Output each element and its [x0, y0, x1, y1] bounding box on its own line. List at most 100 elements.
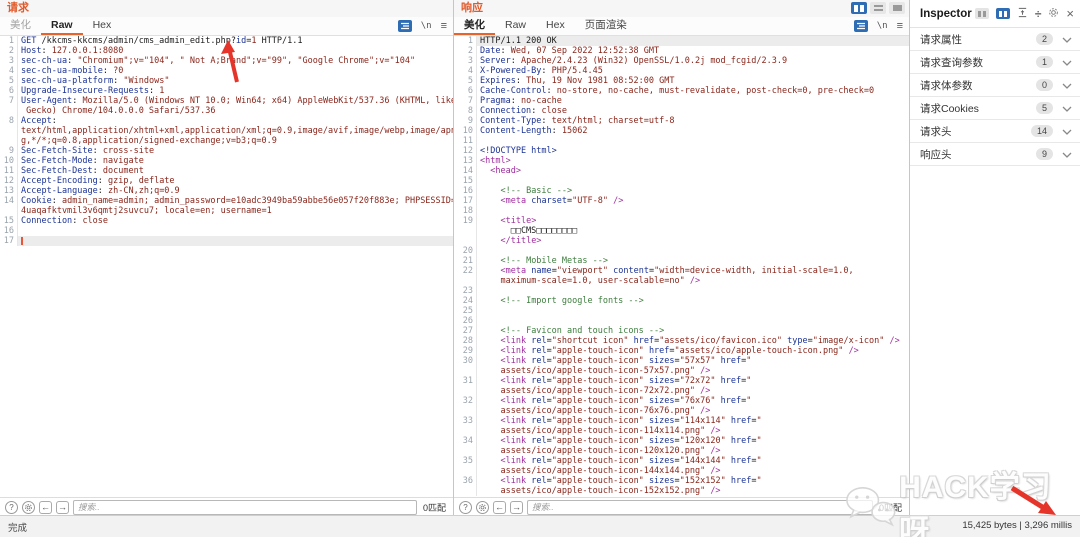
chevron-down-icon[interactable] — [1062, 145, 1072, 163]
code-row[interactable]: 31 <link rel="apple-touch-icon" sizes="7… — [454, 376, 909, 386]
code-row[interactable]: 28 <link rel="shortcut icon" href="asset… — [454, 336, 909, 346]
code-row[interactable]: 35 <link rel="apple-touch-icon" sizes="1… — [454, 456, 909, 466]
code-row[interactable]: 3 sec-ch-ua: "Chromium";v="104", " Not A;… — [0, 56, 453, 66]
inspector-section-request-attributes[interactable]: 请求属性 2 — [910, 28, 1080, 51]
show-newlines-icon[interactable]: \n — [877, 21, 888, 31]
search-prev-button[interactable]: ← — [493, 500, 506, 514]
search-prev-button[interactable]: ← — [39, 500, 52, 514]
code-row[interactable]: 34 <link rel="apple-touch-icon" sizes="1… — [454, 436, 909, 446]
code-row[interactable]: □□CMS□□□□□□□□ — [454, 226, 909, 236]
code-row[interactable]: 1 HTTP/1.1 200 OK — [454, 36, 909, 46]
code-row[interactable]: 15 Connection: close — [0, 216, 453, 226]
code-row[interactable]: assets/ico/apple-touch-icon-152x152.png"… — [454, 486, 909, 496]
code-row[interactable]: 12 <!DOCTYPE html> — [454, 146, 909, 156]
code-row[interactable]: 10 Content-Length: 15062 — [454, 126, 909, 136]
code-row[interactable]: 20 — [454, 246, 909, 256]
code-row[interactable]: 16 <!-- Basic --> — [454, 186, 909, 196]
code-row[interactable]: maximum-scale=1.0, user-scalable=no" /> — [454, 276, 909, 286]
search-settings-gear-icon[interactable] — [476, 500, 489, 514]
inspector-dock-right-button[interactable] — [995, 8, 1010, 19]
code-row[interactable]: 12 Accept-Encoding: gzip, deflate — [0, 176, 453, 186]
code-row[interactable]: 14 <head> — [454, 166, 909, 176]
request-search-input[interactable] — [73, 499, 417, 515]
code-row[interactable]: 9 Sec-Fetch-Site: cross-site — [0, 146, 453, 156]
code-row[interactable]: assets/ico/apple-touch-icon-120x120.png"… — [454, 446, 909, 456]
request-editor[interactable]: 1 GET /kkcms-kkcms/admin/cms_admin_edit.p… — [0, 36, 453, 498]
code-row[interactable]: 22 <meta name="viewport" content="width=… — [454, 266, 909, 276]
layout-rows-button[interactable] — [870, 2, 886, 14]
tab-hex[interactable]: Hex — [536, 17, 575, 35]
code-row[interactable]: 23 — [454, 286, 909, 296]
layout-columns-button[interactable] — [851, 2, 867, 14]
code-row[interactable]: 4uaqafktvmil3v6qmtj2suvcu7; locale=en; u… — [0, 206, 453, 216]
code-row[interactable]: 4 sec-ch-ua-mobile: ?0 — [0, 66, 453, 76]
search-help-icon[interactable]: ? — [459, 500, 472, 514]
code-row[interactable]: 32 <link rel="apple-touch-icon" sizes="7… — [454, 396, 909, 406]
search-help-icon[interactable]: ? — [5, 500, 18, 514]
code-row[interactable]: 16 — [0, 226, 453, 236]
expand-sections-icon[interactable]: ÷ — [1035, 8, 1042, 20]
code-row[interactable]: 11 — [454, 136, 909, 146]
code-row[interactable]: 24 <!-- Import google fonts --> — [454, 296, 909, 306]
chevron-down-icon[interactable] — [1062, 30, 1072, 48]
code-row[interactable]: 21 <!-- Mobile Metas --> — [454, 256, 909, 266]
code-row[interactable]: 15 — [454, 176, 909, 186]
code-row[interactable]: 7 Pragma: no-cache — [454, 96, 909, 106]
code-row[interactable]: assets/ico/apple-touch-icon-57x57.png" /… — [454, 366, 909, 376]
code-row[interactable]: 9 Content-Type: text/html; charset=utf-8 — [454, 116, 909, 126]
code-row[interactable]: 2 Date: Wed, 07 Sep 2022 12:52:38 GMT — [454, 46, 909, 56]
inspector-section-request-cookies[interactable]: 请求Cookies 5 — [910, 97, 1080, 120]
editor-menu-icon[interactable]: ≡ — [897, 20, 903, 32]
code-row[interactable]: 4 X-Powered-By: PHP/5.4.45 — [454, 66, 909, 76]
inspector-settings-gear-icon[interactable] — [1048, 5, 1059, 23]
code-row[interactable]: assets/ico/apple-touch-icon-144x144.png"… — [454, 466, 909, 476]
layout-single-button[interactable] — [889, 2, 905, 14]
tab-raw[interactable]: Raw — [41, 17, 83, 35]
tab-pretty[interactable]: 美化 — [454, 17, 495, 35]
code-row[interactable]: 8 Connection: close — [454, 106, 909, 116]
response-editor[interactable]: 1 HTTP/1.1 200 OK 2 Date: Wed, 07 Sep 2022 … — [454, 36, 909, 498]
code-row[interactable]: g,*/*;q=0.8,application/signed-exchange;… — [0, 136, 453, 146]
code-row[interactable]: 6 Cache-Control: no-store, no-cache, must… — [454, 86, 909, 96]
inspector-section-request-body-params[interactable]: 请求体参数 0 — [910, 74, 1080, 97]
code-row[interactable]: 5 Expires: Thu, 19 Nov 1981 08:52:00 GMT — [454, 76, 909, 86]
chevron-down-icon[interactable] — [1062, 122, 1072, 140]
code-row[interactable]: 33 <link rel="apple-touch-icon" sizes="1… — [454, 416, 909, 426]
search-next-button[interactable]: → — [56, 500, 69, 514]
inspector-section-request-headers[interactable]: 请求头 14 — [910, 120, 1080, 143]
code-row[interactable]: 27 <!-- Favicon and touch icons --> — [454, 326, 909, 336]
tab-render[interactable]: 页面渲染 — [575, 17, 637, 35]
code-row[interactable]: assets/ico/apple-touch-icon-114x114.png"… — [454, 426, 909, 436]
chevron-down-icon[interactable] — [1062, 99, 1072, 117]
code-row[interactable]: assets/ico/apple-touch-icon-76x76.png" /… — [454, 406, 909, 416]
chevron-down-icon[interactable] — [1062, 76, 1072, 94]
tab-hex[interactable]: Hex — [83, 17, 122, 35]
code-row[interactable]: 7 User-Agent: Mozilla/5.0 (Windows NT 10.… — [0, 96, 453, 106]
inspector-dock-left-button[interactable] — [974, 8, 989, 19]
show-newlines-icon[interactable]: \n — [421, 21, 432, 31]
code-row[interactable]: 13 <html> — [454, 156, 909, 166]
code-row[interactable]: 5 sec-ch-ua-platform: "Windows" — [0, 76, 453, 86]
code-row[interactable]: 10 Sec-Fetch-Mode: navigate — [0, 156, 453, 166]
code-row[interactable]: assets/ico/apple-touch-icon-72x72.png" /… — [454, 386, 909, 396]
search-settings-gear-icon[interactable] — [22, 500, 35, 514]
code-row[interactable]: 8 Accept: — [0, 116, 453, 126]
code-row[interactable]: 6 Upgrade-Insecure-Requests: 1 — [0, 86, 453, 96]
code-row[interactable]: </title> — [454, 236, 909, 246]
code-row[interactable]: 11 Sec-Fetch-Dest: document — [0, 166, 453, 176]
editor-menu-icon[interactable]: ≡ — [441, 20, 447, 32]
code-row[interactable]: 18 — [454, 206, 909, 216]
chevron-down-icon[interactable] — [1062, 53, 1072, 71]
code-row[interactable]: 25 — [454, 306, 909, 316]
inspector-section-response-headers[interactable]: 响应头 9 — [910, 143, 1080, 166]
pretty-print-icon[interactable] — [853, 20, 868, 32]
tab-raw[interactable]: Raw — [495, 17, 536, 35]
tab-pretty[interactable]: 美化 — [0, 17, 41, 35]
response-search-input[interactable] — [527, 499, 873, 515]
code-row[interactable]: 3 Server: Apache/2.4.23 (Win32) OpenSSL/1… — [454, 56, 909, 66]
code-row[interactable]: 13 Accept-Language: zh-CN,zh;q=0.9 — [0, 186, 453, 196]
code-row[interactable]: 19 <title> — [454, 216, 909, 226]
code-row[interactable]: Gecko) Chrome/104.0.0.0 Safari/537.36 — [0, 106, 453, 116]
code-row[interactable]: 14 Cookie: admin_name=admin; admin_passwo… — [0, 196, 453, 206]
collapse-all-icon[interactable] — [1017, 5, 1028, 23]
